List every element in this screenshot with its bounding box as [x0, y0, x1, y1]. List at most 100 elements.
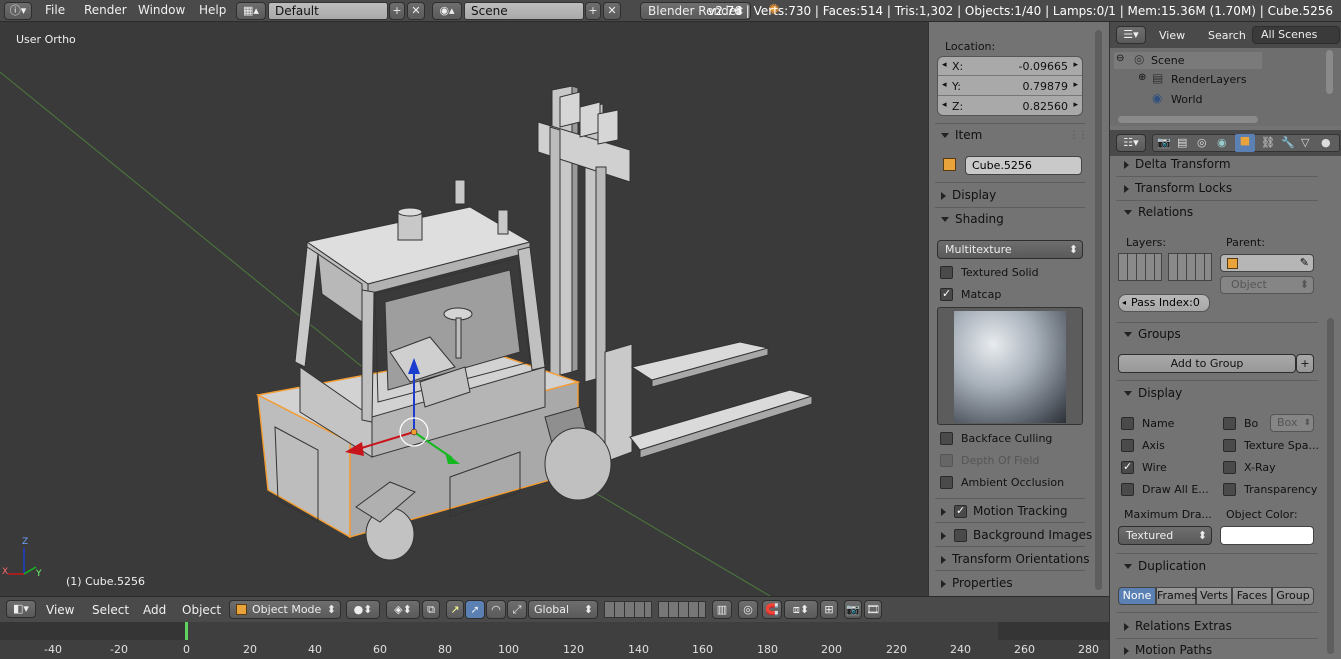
layer-buttons-b[interactable] [658, 601, 706, 618]
show-texture-space-checkbox[interactable] [1223, 439, 1236, 452]
npanel-scrollbar[interactable] [1095, 30, 1102, 590]
outliner-editor-type-button[interactable]: ☰▾ [1116, 26, 1146, 44]
outliner-h-scrollbar[interactable] [1118, 116, 1258, 123]
ambient-occlusion-checkbox[interactable] [940, 476, 953, 489]
layers-grid-a[interactable] [1118, 253, 1162, 281]
location-z-field[interactable]: ◂ Z: 0.82560 ▸ [938, 97, 1082, 116]
add-to-group-button[interactable]: Add to Group [1118, 354, 1296, 373]
pass-index-field[interactable]: ◂ Pass Index:0 [1118, 294, 1210, 312]
screen-layout-add-button[interactable]: + [389, 2, 405, 20]
info-editor-type-button[interactable]: ⓘ▾ [4, 2, 32, 20]
proportional-edit-button[interactable]: ◎ [738, 600, 758, 619]
rotate-manipulator-button[interactable]: ◠ [486, 600, 506, 619]
object-name-field[interactable]: Cube.5256 [965, 156, 1082, 175]
world-tab-icon[interactable]: ◉ [1217, 136, 1227, 149]
snap-target-button[interactable]: ⊞ [820, 600, 838, 619]
dup-none-button[interactable]: None [1118, 587, 1156, 605]
transform-locks-panel-header[interactable]: Transform Locks [1124, 181, 1232, 195]
dup-group-button[interactable]: Group [1272, 587, 1314, 605]
view-menu[interactable]: View [46, 603, 74, 617]
location-x-field[interactable]: ◂ X: -0.09665 ▸ [938, 57, 1082, 76]
transform-orientations-panel-header[interactable]: Transform Orientations [941, 552, 1090, 566]
3d-editor-type-button[interactable]: ◧▾ [6, 600, 36, 618]
motion-tracking-checkbox[interactable] [954, 504, 967, 518]
outliner-view-menu[interactable]: View [1159, 29, 1185, 42]
manipulator-toggle-button[interactable]: ↗ [446, 600, 464, 619]
add-menu[interactable]: Add [143, 603, 166, 617]
show-wire-checkbox[interactable] [1121, 460, 1134, 474]
transform-orientation-dropdown[interactable]: Global ⬍ [528, 600, 598, 619]
draw-all-edges-checkbox[interactable] [1121, 483, 1134, 496]
relations-panel-header[interactable]: Relations [1124, 205, 1193, 219]
properties-panel-header[interactable]: Properties [941, 576, 1013, 590]
add-group-plus-button[interactable]: + [1296, 354, 1314, 373]
eyedropper-icon[interactable]: ✎ [1300, 256, 1309, 269]
max-draw-type-dropdown[interactable]: Textured ⬍ [1118, 526, 1212, 545]
show-name-checkbox[interactable] [1121, 417, 1134, 430]
lock-layers-button[interactable]: ▥ [712, 600, 732, 619]
scene-browse-button[interactable]: ◉▴ [432, 2, 462, 20]
item-panel-header[interactable]: Item [941, 128, 982, 142]
motion-tracking-panel-header[interactable] [941, 504, 952, 518]
scene-field[interactable]: Scene [464, 2, 584, 20]
timeline-ruler[interactable]: -40 -20 0 20 40 60 80 100 120 140 160 18… [0, 622, 1109, 659]
scene-add-button[interactable]: + [585, 2, 601, 20]
render-tab-icon[interactable]: 📷 [1157, 136, 1171, 149]
display-panel-header[interactable]: Display [941, 188, 996, 202]
menu-help[interactable]: Help [199, 3, 226, 17]
dup-frames-button[interactable]: Frames [1156, 587, 1197, 605]
scene-tab-icon[interactable]: ◎ [1197, 136, 1207, 149]
outliner-display-mode-dropdown[interactable]: All Scenes [1252, 26, 1340, 44]
display-panel-header-props[interactable]: Display [1124, 386, 1182, 400]
duplication-panel-header[interactable]: Duplication [1124, 559, 1206, 573]
data-tab-icon[interactable]: ▽ [1301, 136, 1309, 149]
select-menu[interactable]: Select [92, 603, 129, 617]
screen-layout-delete-button[interactable]: ✕ [407, 2, 425, 20]
background-images-panel-header[interactable] [941, 528, 952, 542]
object-color-swatch[interactable] [1220, 526, 1314, 545]
matcap-preview[interactable] [937, 307, 1083, 425]
properties-scrollbar[interactable] [1327, 318, 1334, 654]
outliner-search-menu[interactable]: Search [1208, 29, 1246, 42]
snap-toggle-button[interactable]: 🧲 [762, 600, 782, 619]
depth-of-field-checkbox[interactable] [940, 454, 953, 467]
scale-manipulator-button[interactable]: ⤢ [507, 600, 527, 619]
relations-extras-panel-header[interactable]: Relations Extras [1124, 619, 1232, 633]
layer-buttons-a[interactable] [604, 601, 652, 618]
object-tab-icon[interactable]: ■ [1235, 134, 1255, 152]
menu-file[interactable]: File [45, 3, 65, 17]
shading-mode-dropdown[interactable]: Multitexture ⬍ [937, 240, 1083, 259]
shading-panel-header[interactable]: Shading [941, 212, 1004, 226]
background-images-checkbox[interactable] [954, 529, 967, 542]
pivot-only-origins-button[interactable]: ⧉ [422, 600, 440, 619]
parent-type-dropdown[interactable]: Object ⬍ [1220, 276, 1314, 294]
modifiers-tab-icon[interactable]: 🔧 [1281, 136, 1295, 149]
dup-faces-button[interactable]: Faces [1232, 587, 1272, 605]
outliner-item-renderlayers[interactable]: ⊕ ▤ RenderLayers [1114, 71, 1262, 88]
show-axis-checkbox[interactable] [1121, 439, 1134, 452]
outliner-v-scrollbar[interactable] [1326, 50, 1333, 94]
matcap-checkbox[interactable] [940, 287, 953, 301]
translate-manipulator-button[interactable]: ➚ [465, 600, 485, 619]
opengl-render-animation-button[interactable]: 🎞 [864, 600, 882, 619]
outliner-item-world[interactable]: ◉ World [1114, 91, 1262, 108]
snap-element-dropdown[interactable]: ⧈⬍ [784, 600, 818, 619]
show-xray-checkbox[interactable] [1223, 461, 1236, 474]
object-menu[interactable]: Object [182, 603, 221, 617]
3d-viewport[interactable]: User Ortho (1) Cube.5256 Z X Y [0, 22, 928, 596]
parent-field[interactable]: ✎ [1220, 254, 1314, 272]
bounds-type-dropdown[interactable]: Box ⬍ [1270, 414, 1314, 432]
pivot-point-dropdown[interactable]: ◈⬍ [386, 600, 420, 619]
screen-layout-browse-button[interactable]: ▦▴ [236, 2, 266, 20]
opengl-render-button[interactable]: 📷 [844, 600, 862, 619]
location-y-field[interactable]: ◂ Y: 0.79879 ▸ [938, 77, 1082, 96]
screen-layout-field[interactable]: Default [268, 2, 388, 20]
outliner-item-scene[interactable]: ⊖ ◎ Scene [1114, 52, 1262, 69]
menu-window[interactable]: Window [138, 3, 185, 17]
viewport-shading-dropdown[interactable]: ●⬍ [346, 600, 380, 619]
groups-panel-header[interactable]: Groups [1124, 327, 1181, 341]
menu-render[interactable]: Render [84, 3, 127, 17]
delta-transform-panel-header[interactable]: Delta Transform [1124, 157, 1231, 171]
properties-editor-type-button[interactable]: ☷▾ [1116, 134, 1146, 152]
material-tab-icon[interactable]: ● [1321, 136, 1331, 149]
